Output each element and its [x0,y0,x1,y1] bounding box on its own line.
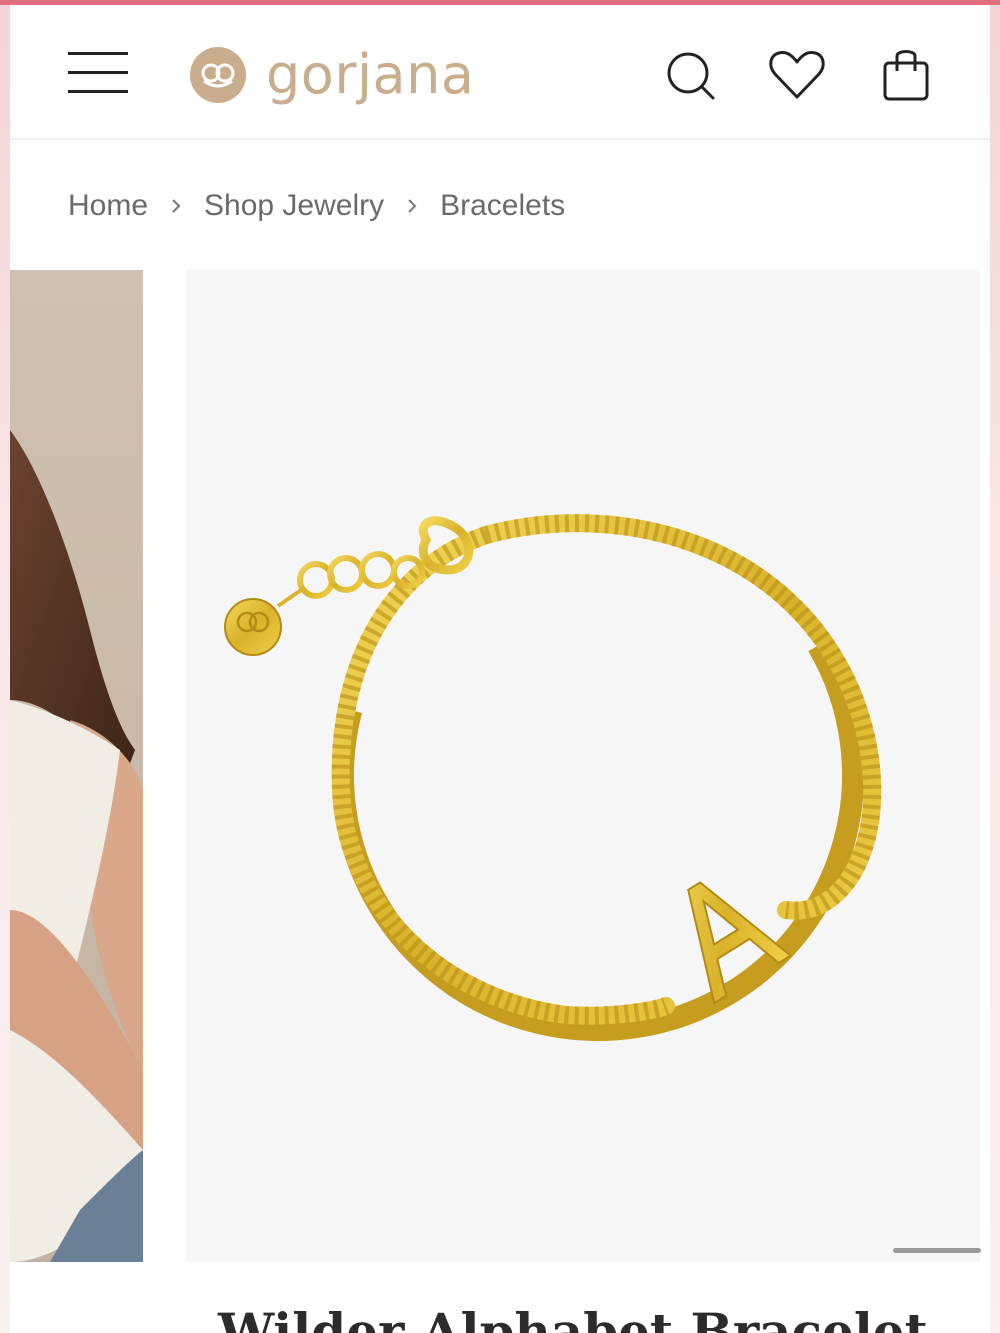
gallery-prev-image[interactable] [10,270,143,1262]
chevron-right-icon [402,196,422,216]
right-edge [990,5,1000,1333]
left-edge [0,5,10,1333]
hamburger-menu-icon[interactable] [68,52,128,96]
breadcrumb-shop-jewelry[interactable]: Shop Jewelry [204,189,384,223]
breadcrumb: Home Shop Jewelry Bracelets [68,183,565,229]
breadcrumb-bracelets[interactable]: Bracelets [440,189,565,223]
bracelet-photo [224,509,882,1041]
logo-mark-icon [190,47,246,103]
shopping-bag-icon[interactable] [875,45,935,105]
breadcrumb-home[interactable]: Home [68,189,148,223]
product-title: Wilder Alphabet Bracelet [218,1302,928,1333]
search-icon[interactable] [660,45,720,105]
brand-name: gorjana [266,43,475,106]
gallery-scroll-indicator[interactable] [893,1248,981,1253]
model-photo [10,270,143,1262]
product-main-image[interactable] [186,270,980,1262]
site-header: gorjana [10,5,990,140]
chevron-right-icon [166,196,186,216]
brand-logo[interactable]: gorjana [190,35,474,115]
heart-icon[interactable] [767,45,827,105]
